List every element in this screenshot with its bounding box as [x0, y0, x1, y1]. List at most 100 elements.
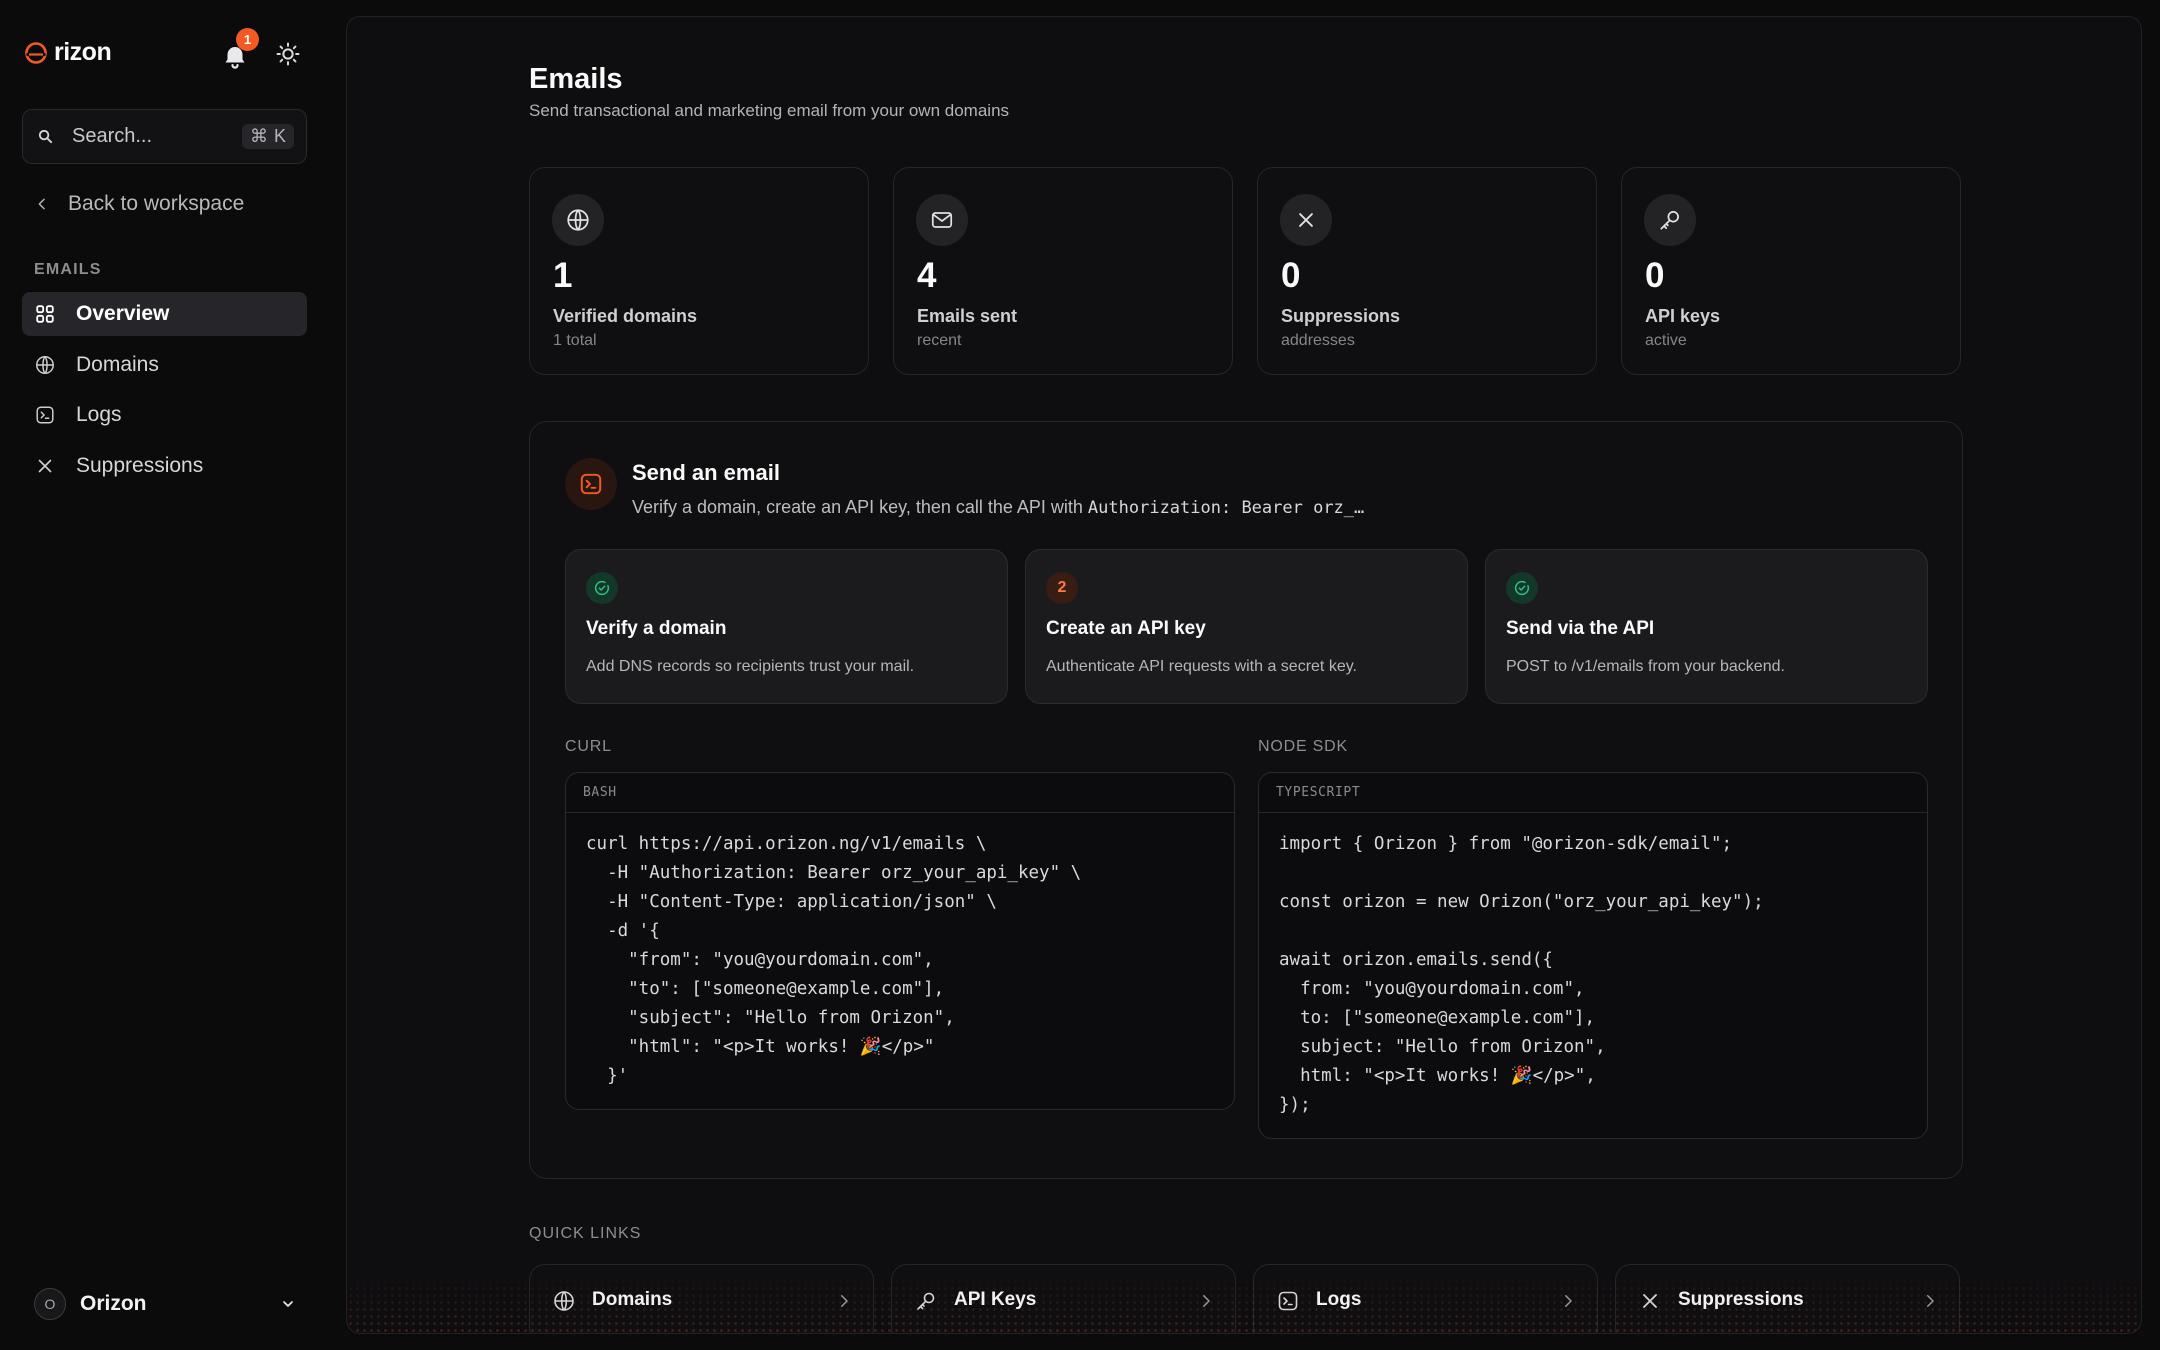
code-line: }' — [586, 1066, 629, 1086]
terminal-icon — [1278, 1291, 1298, 1311]
stat-value: 4 — [917, 256, 937, 295]
chevron-right-icon — [1927, 1295, 1934, 1307]
page-subtitle: Send transactional and marketing email f… — [529, 101, 1010, 120]
back-label: Back to workspace — [68, 192, 245, 215]
send-icon-wrap — [565, 458, 617, 510]
quick-link-label: Suppressions — [1678, 1289, 1804, 1310]
brand-name: rizon — [54, 38, 112, 66]
code-line: -d '{ — [586, 921, 660, 941]
avatar: O — [34, 1288, 66, 1320]
step-send-via-api[interactable]: Send via the API POST to /v1/emails from… — [1485, 549, 1928, 704]
x-icon — [1643, 1294, 1657, 1308]
send-email-card: Send an email Verify a domain, create an… — [529, 421, 1963, 1179]
code-line: const orizon = new Orizon("orz_your_api_… — [1279, 892, 1764, 912]
stat-label: Emails sent — [917, 306, 1018, 326]
auth-header-code: Authorization: Bearer orz_… — [1087, 498, 1365, 518]
sidebar-item-label: Logs — [76, 403, 122, 426]
code-line: "to": ["someone@example.com"], — [586, 979, 945, 999]
code-line: from: "you@yourdomain.com", — [1279, 979, 1585, 999]
sidebar-item-label: Domains — [76, 352, 159, 376]
sidebar-item-suppressions[interactable]: Suppressions — [22, 444, 307, 488]
code-line: curl https://api.orizon.ng/v1/emails \ — [586, 834, 987, 854]
stat-label: API keys — [1645, 306, 1721, 326]
curl-code: curl https://api.orizon.ng/v1/emails \ -… — [566, 813, 1234, 1109]
orizon-logo-icon — [25, 41, 47, 64]
stat-icon — [552, 194, 604, 246]
code-language-label: BASH — [566, 773, 1234, 813]
stat-card-emails-sent: 4 Emails sent recent — [893, 167, 1233, 375]
step-title: Create an API key — [1046, 618, 1206, 639]
sidebar-section-label: EMAILS — [34, 261, 102, 278]
sidebar-item-overview[interactable]: Overview — [22, 292, 307, 336]
code-line: "subject": "Hello from Orizon", — [586, 1008, 955, 1028]
theme-toggle-sun-icon[interactable] — [274, 40, 302, 68]
code-line: "html": "<p>It works! 🎉</p>" — [586, 1037, 935, 1057]
node-code-block[interactable]: TYPESCRIPT import { Orizon } from "@oriz… — [1258, 772, 1928, 1139]
stat-sublabel: addresses — [1281, 332, 1355, 349]
stat-label: Suppressions — [1281, 306, 1401, 326]
stat-icon — [1280, 194, 1332, 246]
sidebar-nav: Overview Domains Logs Suppressions — [22, 292, 307, 494]
search-icon — [38, 129, 53, 144]
quick-link-api-keys[interactable]: API Keys — [891, 1264, 1236, 1333]
step-number-badge: 2 — [1046, 572, 1078, 604]
sidebar-item-domains[interactable]: Domains — [22, 343, 307, 387]
stat-card-suppressions: 0 Suppressions addresses — [1257, 167, 1597, 375]
node-code: import { Orizon } from "@orizon-sdk/emai… — [1259, 813, 1927, 1138]
stat-card-api-keys: 0 API keys active — [1621, 167, 1961, 375]
quick-link-domains[interactable]: Domains — [529, 1264, 874, 1333]
quick-link-label: Domains — [592, 1289, 673, 1310]
main-panel: Emails Send transactional and marketing … — [346, 16, 2142, 1334]
quick-links-row: Domains API Keys Logs Suppressions — [529, 1264, 1960, 1333]
command-key-icon: ⌘ — [249, 126, 268, 146]
step-create-api-key[interactable]: 2 Create an API key Authenticate API req… — [1025, 549, 1468, 704]
key-icon — [1660, 211, 1679, 230]
org-switcher[interactable]: O Orizon — [34, 1288, 296, 1320]
send-title: Send an email — [632, 460, 780, 485]
mail-icon — [931, 212, 953, 228]
x-icon — [1299, 213, 1313, 227]
sidebar: rizon 1 Search... ⌘ K Back to workspace … — [0, 0, 346, 1350]
grid-icon — [36, 305, 54, 323]
stat-sublabel: 1 total — [553, 332, 597, 349]
code-line: to: ["someone@example.com"], — [1279, 1008, 1596, 1028]
stats-row: 1 Verified domains 1 total 4 Emails sent… — [529, 167, 1963, 375]
search-input[interactable]: Search... ⌘ K — [22, 109, 307, 164]
stat-card-verified-domains: 1 Verified domains 1 total — [529, 167, 869, 375]
quick-link-logs[interactable]: Logs — [1253, 1264, 1598, 1333]
curl-label: CURL — [565, 738, 612, 755]
x-icon — [38, 459, 52, 472]
back-to-workspace-link[interactable]: Back to workspace — [34, 192, 244, 216]
send-description-text: Verify a domain, create an API key, then… — [632, 497, 1088, 517]
stat-value: 0 — [1281, 256, 1301, 295]
shortcut-key: K — [273, 126, 286, 146]
search-shortcut: ⌘ K — [241, 124, 294, 149]
page-title: Emails — [529, 63, 623, 95]
step-status-badge — [586, 572, 618, 604]
code-line: subject: "Hello from Orizon", — [1279, 1037, 1606, 1057]
step-verify-domain[interactable]: Verify a domain Add DNS records so recip… — [565, 549, 1008, 704]
brand-logo[interactable]: rizon — [24, 38, 112, 67]
org-name: Orizon — [80, 1292, 147, 1315]
code-line: }); — [1279, 1095, 1311, 1115]
stat-icon — [916, 194, 968, 246]
curl-code-block[interactable]: BASH curl https://api.orizon.ng/v1/email… — [565, 772, 1235, 1110]
stat-sublabel: recent — [917, 332, 962, 349]
node-sdk-label: NODE SDK — [1258, 738, 1348, 755]
chevron-right-icon — [1565, 1295, 1572, 1307]
check-circle-icon — [1514, 580, 1530, 596]
code-line: html: "<p>It works! 🎉</p>", — [1279, 1066, 1596, 1086]
chevron-right-icon — [1203, 1295, 1210, 1307]
terminal-icon — [580, 473, 602, 495]
sidebar-item-logs[interactable]: Logs — [22, 393, 307, 437]
chevron-right-icon — [841, 1295, 848, 1307]
sidebar-item-label: Suppressions — [76, 453, 204, 477]
quick-links-label: QUICK LINKS — [529, 1225, 642, 1242]
step-status-badge — [1506, 572, 1538, 604]
quick-link-suppressions[interactable]: Suppressions — [1615, 1264, 1960, 1333]
sidebar-item-label: Overview — [76, 302, 170, 325]
stat-icon — [1644, 194, 1696, 246]
step-title: Send via the API — [1506, 618, 1655, 639]
code-language-label: TYPESCRIPT — [1259, 773, 1927, 813]
